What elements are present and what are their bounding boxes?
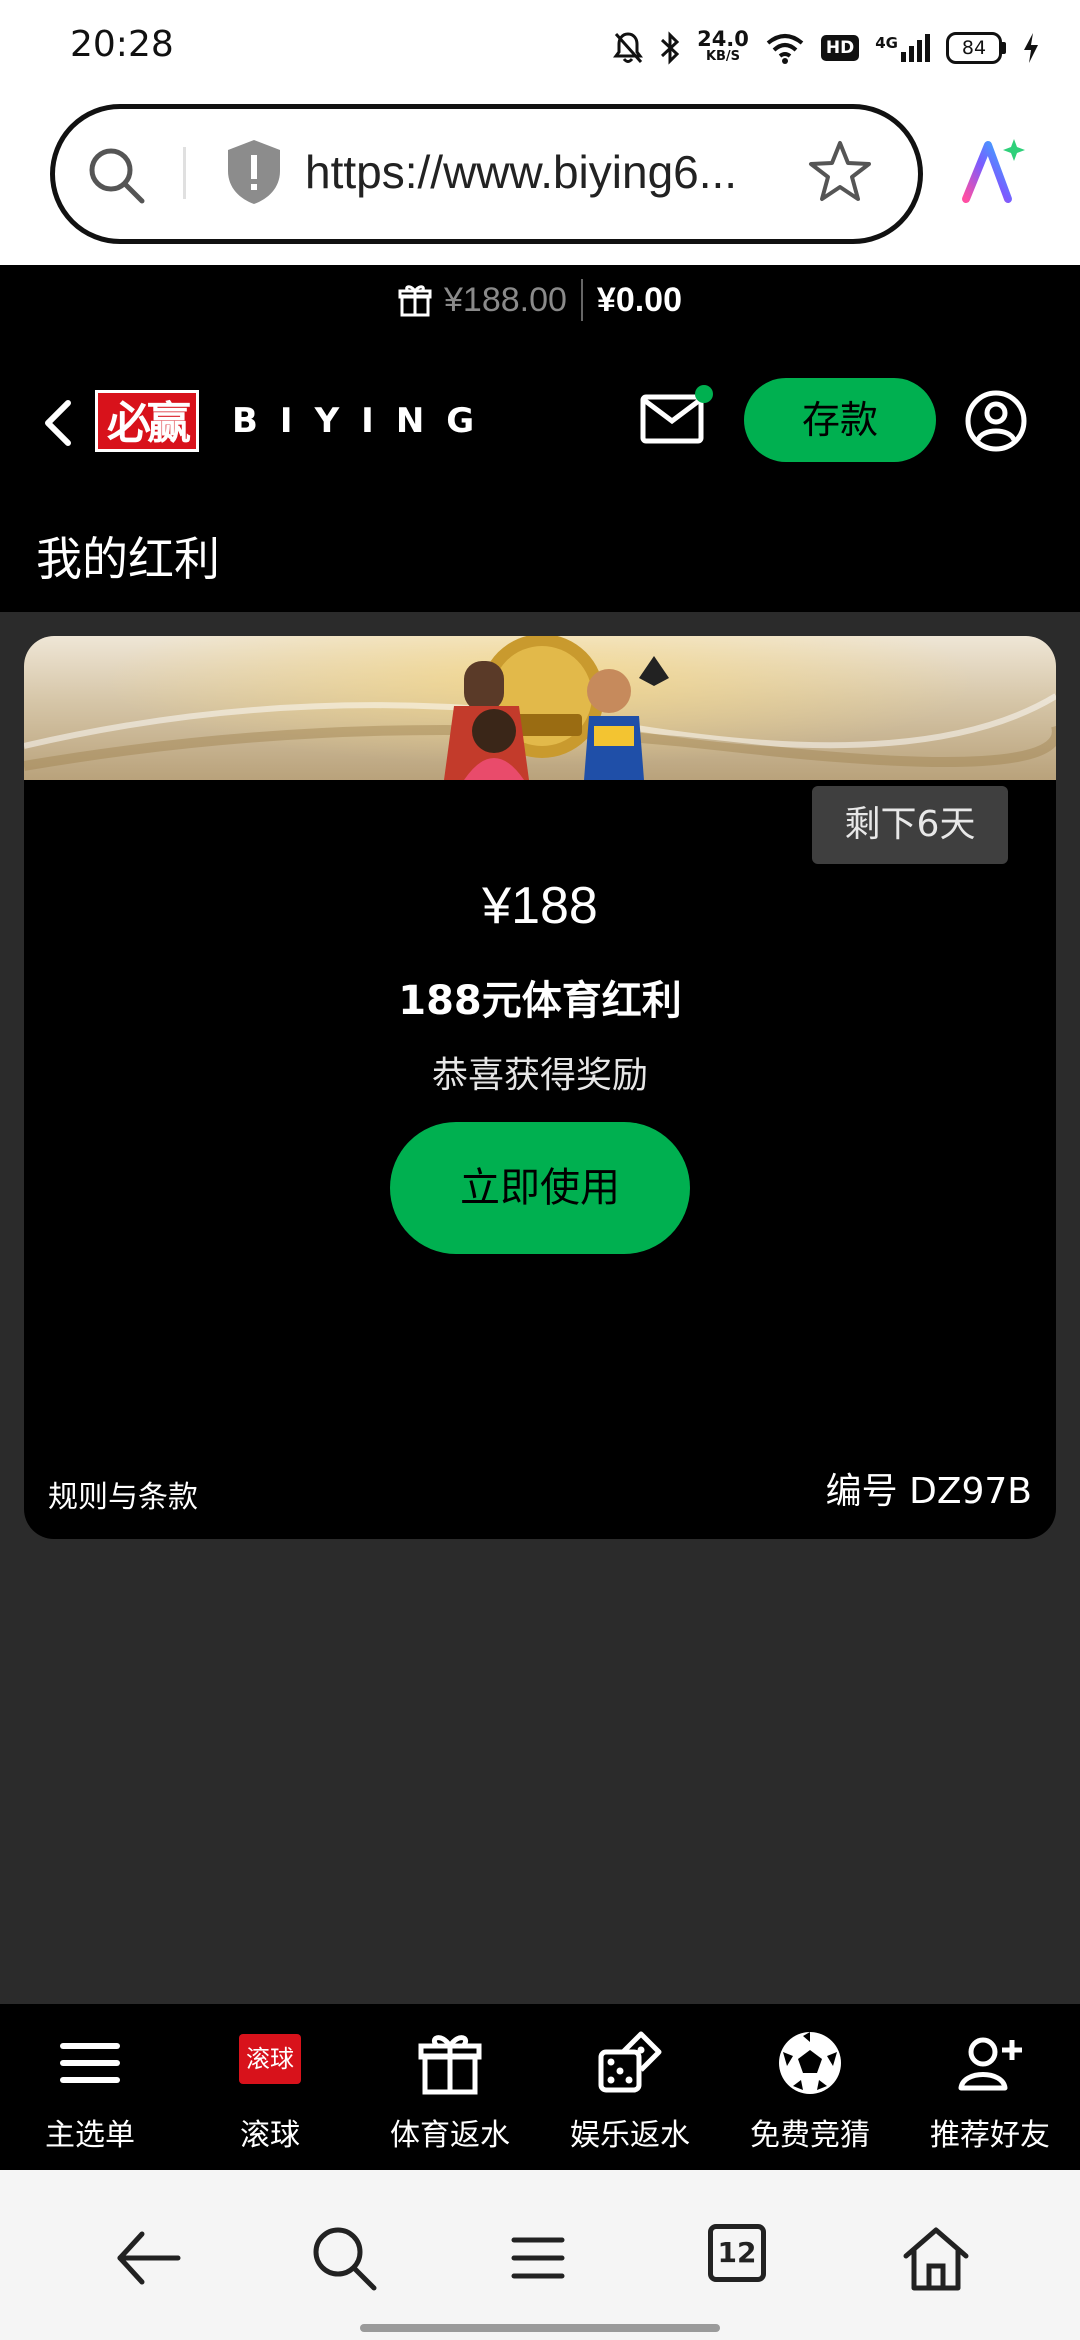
nav-item-free-predict[interactable]: 免费竞猜 bbox=[720, 2004, 900, 2170]
ai-assistant-icon[interactable] bbox=[958, 135, 1030, 207]
dice-icon bbox=[598, 2031, 662, 2093]
mute-bell-icon bbox=[613, 32, 644, 63]
shield-icon[interactable] bbox=[222, 137, 286, 207]
nav-item-sports-rebate[interactable]: 体育返水 bbox=[360, 2004, 540, 2170]
live-badge-icon: 滚球 bbox=[239, 2034, 301, 2084]
balance-bar[interactable]: ¥188.00 ¥0.00 bbox=[0, 275, 1080, 325]
bonus-card: 剩下6天 ¥188 188元体育红利 恭喜获得奖励 立即使用 规则与条款 编号 … bbox=[24, 636, 1056, 1539]
bonus-amount: ¥188 bbox=[482, 877, 598, 935]
terms-link[interactable]: 规则与条款 bbox=[48, 1472, 198, 1516]
signal-4g: 4G bbox=[875, 34, 930, 62]
nav-item-main-menu[interactable]: 主选单 bbox=[0, 2004, 180, 2170]
nav-label: 体育返水 bbox=[390, 2118, 510, 2153]
url-bar[interactable]: https://www.biying6... bbox=[50, 104, 923, 244]
mail-icon[interactable] bbox=[640, 393, 704, 445]
site-bottom-nav: 主选单 滚球 滚球 体育返水 娱乐返水 免费竞猜 推荐好友 bbox=[0, 2004, 1080, 2170]
url-divider bbox=[183, 147, 186, 199]
search-icon[interactable] bbox=[85, 144, 147, 206]
page-title: 我的红利 bbox=[36, 532, 220, 586]
battery-icon: 84 bbox=[946, 32, 1006, 64]
browser-bottom-bar: 12 bbox=[0, 2170, 1080, 2340]
network-speed: 24.0 KB/S bbox=[697, 27, 749, 65]
nav-label: 娱乐返水 bbox=[570, 2118, 690, 2153]
bonus-description: 恭喜获得奖励 bbox=[431, 1055, 648, 1096]
bluetooth-icon bbox=[661, 31, 680, 65]
status-bar: 20:28 24.0 KB/S HD 4G 84 bbox=[0, 0, 1080, 95]
soccer-ball-icon bbox=[779, 2032, 841, 2094]
user-profile-icon[interactable] bbox=[964, 389, 1028, 453]
bonus-code: 编号 DZ97B bbox=[825, 1471, 1032, 1512]
hd-badge: HD bbox=[820, 35, 860, 61]
tabs-button[interactable]: 12 bbox=[708, 2224, 766, 2282]
nav-item-live[interactable]: 滚球 滚球 bbox=[180, 2004, 360, 2170]
add-friend-icon bbox=[958, 2037, 1022, 2091]
home-indicator[interactable] bbox=[360, 2324, 720, 2332]
gift-icon bbox=[418, 2035, 482, 2095]
nav-label: 主选单 bbox=[45, 2118, 135, 2153]
site-header: ¥188.00 ¥0.00 必赢 BIYING 存款 我的红利 bbox=[0, 265, 1080, 612]
browser-toolbar: https://www.biying6... bbox=[0, 95, 1080, 265]
bookmark-star-icon[interactable] bbox=[807, 139, 873, 205]
status-time: 20:28 bbox=[70, 24, 174, 65]
status-icons: 24.0 KB/S HD 4G 84 bbox=[613, 22, 1040, 74]
deposit-button[interactable]: 存款 bbox=[744, 378, 936, 462]
days-left-badge: 剩下6天 bbox=[812, 786, 1008, 864]
nav-label: 滚球 bbox=[240, 2118, 300, 2153]
unread-dot bbox=[695, 385, 713, 403]
nav-item-refer-friend[interactable]: 推荐好友 bbox=[900, 2004, 1080, 2170]
promo-banner-image bbox=[24, 636, 1056, 780]
wifi-icon bbox=[766, 34, 804, 64]
bonus-balance: ¥188.00 bbox=[444, 280, 567, 319]
nav-item-casino-rebate[interactable]: 娱乐返水 bbox=[540, 2004, 720, 2170]
back-arrow-icon[interactable] bbox=[112, 2222, 184, 2294]
menu-icon[interactable] bbox=[502, 2222, 574, 2294]
brand-logo-badge[interactable]: 必赢 bbox=[95, 390, 199, 452]
cash-balance: ¥0.00 bbox=[596, 280, 682, 319]
nav-label: 推荐好友 bbox=[930, 2118, 1050, 2153]
page-content: ¥188.00 ¥0.00 必赢 BIYING 存款 我的红利 剩下6天 ¥18… bbox=[0, 265, 1080, 2170]
home-icon[interactable] bbox=[900, 2222, 972, 2294]
brand-logo-text: BIYING bbox=[232, 401, 497, 441]
bonus-name: 188元体育红利 bbox=[398, 978, 682, 1024]
nav-label: 免费竞猜 bbox=[750, 2118, 870, 2153]
use-now-button[interactable]: 立即使用 bbox=[390, 1122, 690, 1254]
menu-icon bbox=[60, 2043, 120, 2083]
back-chevron-icon[interactable] bbox=[38, 397, 78, 449]
search-icon[interactable] bbox=[308, 2222, 380, 2294]
balance-divider bbox=[580, 279, 583, 321]
gift-icon bbox=[398, 285, 432, 317]
url-text[interactable]: https://www.biying6... bbox=[305, 145, 795, 199]
charging-icon bbox=[1024, 33, 1038, 63]
